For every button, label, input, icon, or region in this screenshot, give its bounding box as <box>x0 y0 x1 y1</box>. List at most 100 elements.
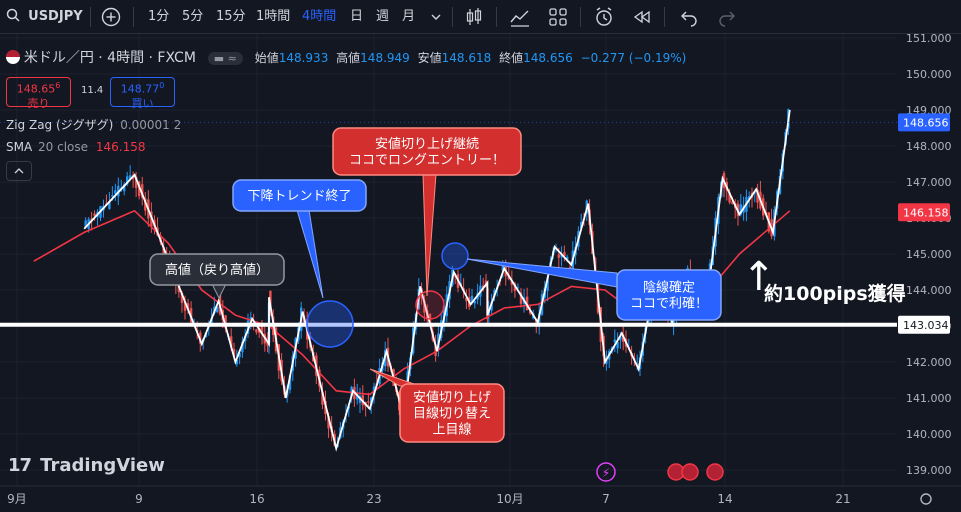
spread-value: 11.4 <box>81 85 104 96</box>
time-tick: 23 <box>366 492 381 506</box>
sma-price-label: 146.158 <box>903 206 949 219</box>
toolbar-divider <box>133 7 134 27</box>
price-tick: 147.000 <box>906 176 952 189</box>
level-price-label: 143.034 <box>903 319 949 332</box>
time-tick: 7 <box>602 492 610 506</box>
alert-clock-icon[interactable] <box>592 5 616 29</box>
time-axis: 9月 9 16 23 10月 7 14 21 <box>0 485 961 506</box>
interval-week[interactable]: 週 <box>376 0 389 34</box>
sma-legend[interactable]: SMA 20 close 146.158 <box>6 140 145 154</box>
gain-text: 約100pips獲得 <box>764 283 906 305</box>
sell-label: 売り <box>27 96 50 110</box>
high-label: 高値 <box>336 51 361 65</box>
sell-price-sup: 6 <box>55 81 61 90</box>
buy-price: 148.77 <box>120 82 160 96</box>
price-tick: 150.000 <box>906 68 952 81</box>
candle-body <box>114 190 117 194</box>
buy-price-sup: 0 <box>159 81 165 90</box>
sma-params: 20 close <box>38 140 89 154</box>
search-icon <box>6 8 20 22</box>
candle-body <box>568 267 572 269</box>
layout-grid-icon[interactable] <box>546 5 570 29</box>
high-value: 148.949 <box>360 51 410 65</box>
candle-body <box>557 254 560 258</box>
price-tick: 140.000 <box>906 428 952 441</box>
replay-icon[interactable] <box>630 5 654 29</box>
time-tick: 14 <box>717 492 732 506</box>
last-price-label: 148.656 <box>903 116 949 129</box>
add-symbol-icon[interactable] <box>99 5 123 29</box>
callout-long-entry-text: ココでロングエントリー！ <box>349 153 505 168</box>
flag-icon <box>6 50 20 64</box>
us-flag-icon <box>706 463 724 481</box>
highlight-circle-red <box>415 290 445 320</box>
lightning-icon-glyph: ⚡ <box>602 466 610 480</box>
close-label: 終値 <box>499 51 524 65</box>
chevron-down-icon[interactable] <box>424 5 448 29</box>
time-tick: 10月 <box>496 492 523 506</box>
interval-month[interactable]: 月 <box>402 0 415 34</box>
time-tick: 16 <box>249 492 264 506</box>
price-tick: 148.000 <box>906 140 952 153</box>
interval-day[interactable]: 日 <box>350 0 363 34</box>
price-axis: 151.000150.000149.000148.000147.000146.0… <box>897 34 961 486</box>
zigzag-params: 0.00001 2 <box>120 118 182 132</box>
callout-switch-text: 安値切り上げ <box>413 390 491 406</box>
redo-icon[interactable] <box>715 5 739 29</box>
buy-button[interactable]: 148.770 買い <box>110 77 175 110</box>
collapse-legend-button[interactable] <box>6 161 32 181</box>
low-value: 148.618 <box>441 51 492 65</box>
interval-1h[interactable]: 1時間 <box>256 0 290 34</box>
callout-exit-text: 陰線確定 <box>643 280 695 296</box>
time-tick: 21 <box>835 492 850 506</box>
event-markers: ⚡ <box>596 462 724 482</box>
zigzag-legend[interactable]: Zig Zag (ジグザグ) 0.00001 2 <box>6 116 181 133</box>
low-label: 安値 <box>417 51 442 65</box>
callout-high: 高値（戻り高値） <box>149 253 285 300</box>
candle-body <box>613 339 616 343</box>
open-label: 始値 <box>254 51 279 65</box>
time-tick: 9 <box>135 492 143 506</box>
callout-switch-text: 上目線 <box>432 422 471 438</box>
interval-4h[interactable]: 4時間 <box>302 0 336 34</box>
interval-15m[interactable]: 15分 <box>216 0 246 34</box>
tradingview-logo: 17 <box>8 455 32 476</box>
price-tick: 142.000 <box>906 356 952 369</box>
us-flag-icon <box>681 463 699 481</box>
time-tick: 9月 <box>7 492 27 506</box>
toolbar-divider <box>664 7 665 27</box>
interval-5m[interactable]: 5分 <box>182 0 203 34</box>
highlight-circle-blue <box>306 300 354 348</box>
change-value: −0.277 (−0.19%) <box>580 51 687 65</box>
sell-button[interactable]: 148.656 売り <box>6 77 71 110</box>
settings-icon[interactable] <box>920 493 932 505</box>
settings-icon-ring <box>920 493 932 505</box>
callout-high-pointer <box>211 283 227 300</box>
callout-long-entry: 安値切り上げ継続ココでロングエントリー！ <box>332 127 522 297</box>
buy-label: 買い <box>131 96 154 110</box>
interval-1m[interactable]: 1分 <box>148 0 169 34</box>
price-tick: 141.000 <box>906 392 952 405</box>
legend-menu-button[interactable]: ▬ ≈ <box>207 52 243 65</box>
symbol-search[interactable]: USDJPY <box>6 0 83 34</box>
price-tick: 151.000 <box>906 34 952 45</box>
price-tick: 139.000 <box>906 464 952 477</box>
candle-type-icon[interactable] <box>462 5 486 29</box>
brand-watermark: 17 TradingView <box>8 455 165 476</box>
callout-exit-text: ココで利確！ <box>630 296 708 312</box>
sma-name: SMA <box>6 140 33 154</box>
price-tick: 145.000 <box>906 248 952 261</box>
top-toolbar: USDJPY 1分 5分 15分 1時間 4時間 日 週 月 <box>0 0 961 34</box>
sma-value: 146.158 <box>95 140 146 154</box>
callout-high-text: 高値（戻り高値） <box>165 262 269 278</box>
undo-icon[interactable] <box>677 5 701 29</box>
indicators-icon[interactable] <box>508 5 532 29</box>
close-value: 148.656 <box>523 51 573 65</box>
open-value: 148.933 <box>278 51 329 65</box>
callout-switch: 安値切り上げ目線切り替え上目線 <box>369 368 505 443</box>
legend-row: 米ドル／円 · 4時間 · FXCM ▬ ≈ 始値148.933 高値148.9… <box>6 47 686 67</box>
symbol-name: USDJPY <box>28 9 83 24</box>
toolbar-divider <box>496 7 497 27</box>
highlight-circle-blue <box>441 242 469 270</box>
callout-long-entry-text: 安値切り上げ継続 <box>375 136 479 152</box>
